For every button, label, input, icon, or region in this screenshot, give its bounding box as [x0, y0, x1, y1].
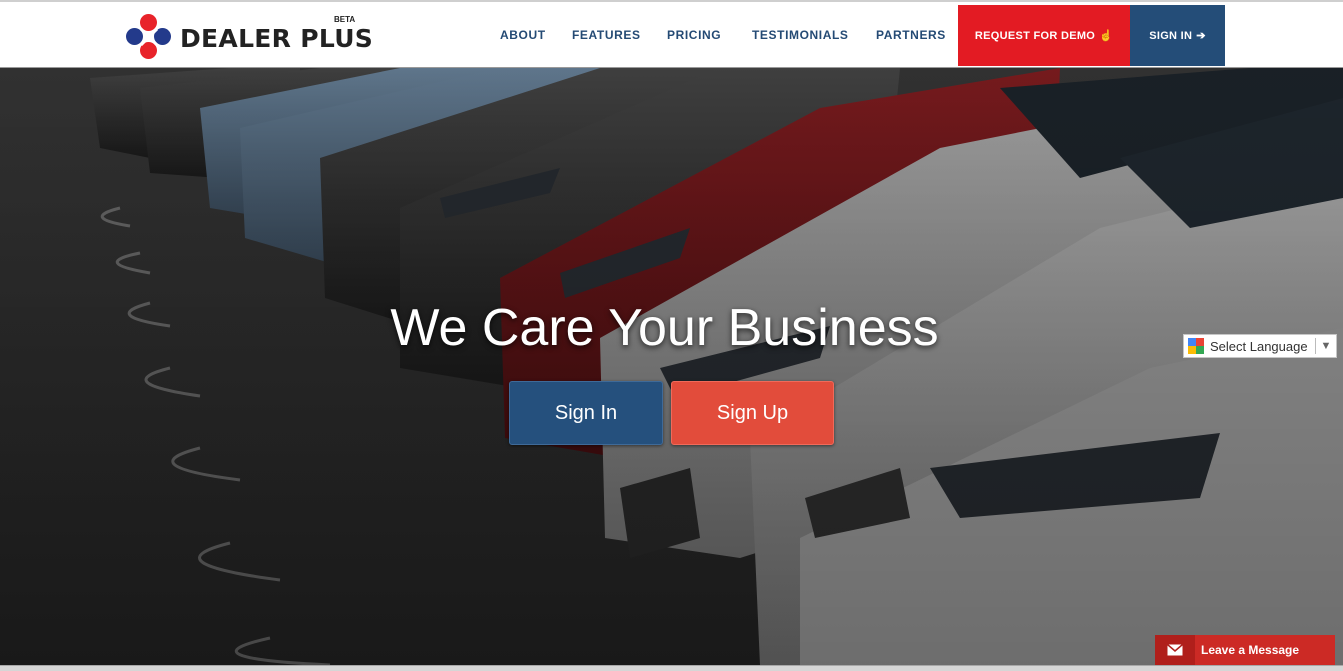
brand-logo[interactable]: DEALER PLUS BETA [126, 14, 373, 60]
header-signin-button[interactable]: SIGN IN ➔ [1130, 5, 1225, 66]
os-taskbar-strip [0, 665, 1343, 671]
language-selector[interactable]: Select Language ▼ [1183, 334, 1337, 358]
header-signin-label: SIGN IN [1149, 29, 1193, 42]
language-selector-label: Select Language [1210, 338, 1308, 354]
hero-signin-button[interactable]: Sign In [509, 381, 663, 445]
nav-testimonials[interactable]: TESTIMONIALS [752, 28, 849, 42]
request-demo-label: REQUEST FOR DEMO [974, 29, 1096, 42]
request-demo-button[interactable]: REQUEST FOR DEMO ☝ [958, 5, 1130, 66]
hero-section: We Care Your Business Sign In Sign Up [0, 68, 1343, 665]
logo-mark-icon [126, 14, 172, 60]
beta-badge: BETA [334, 15, 356, 24]
nav-features[interactable]: FEATURES [572, 28, 641, 42]
leave-message-label: Leave a Message [1201, 643, 1300, 657]
chevron-down-icon: ▼ [1320, 340, 1332, 352]
hero-background-image [0, 68, 1343, 665]
leave-message-button[interactable]: Leave a Message [1155, 635, 1335, 665]
nav-about[interactable]: ABOUT [500, 28, 546, 42]
envelope-icon [1155, 635, 1195, 665]
nav-pricing[interactable]: PRICING [667, 28, 721, 42]
pointer-hand-icon: ☝ [1099, 30, 1114, 42]
nav-partners[interactable]: PARTNERS [876, 28, 946, 42]
google-translate-icon [1188, 338, 1204, 354]
hero-headline: We Care Your Business [390, 299, 939, 357]
hero-signup-button[interactable]: Sign Up [671, 381, 834, 445]
top-navbar: DEALER PLUS BETA ABOUT FEATURES PRICING … [0, 0, 1343, 68]
brand-name: DEALER PLUS [180, 23, 374, 53]
sign-in-icon: ➔ [1196, 30, 1206, 42]
